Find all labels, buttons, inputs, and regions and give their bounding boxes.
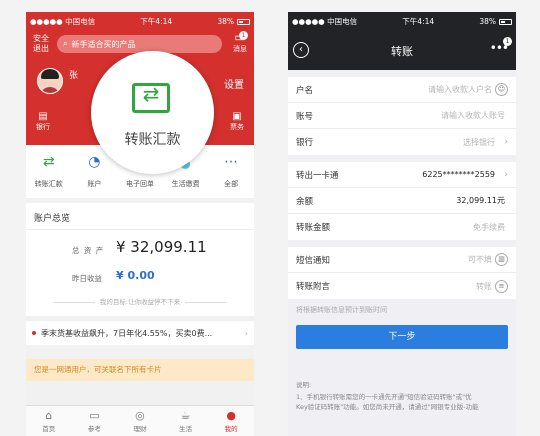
status-bar: ●●●●● 中国电信 下午4:14 38% [288, 12, 516, 31]
balance-value: 32,099.11元 [456, 196, 505, 205]
bubble-label: 转账汇款 [124, 132, 181, 148]
page-title: 转账 [391, 44, 413, 58]
news-banner[interactable]: 季末货基收益飙升，7日年化4.55%，买卖0费... › [26, 321, 254, 345]
note-text: 1、手机银行转账需您的一卡通先开通"短信验证码转账"或"优 Key验证码转账"功… [296, 393, 479, 411]
payee-section: 户名 请输入收款人户名 ☺ 账号 请输入收款人账号 银行 选择银行 › [288, 77, 516, 155]
user-name: 张 [69, 71, 79, 81]
amount-row[interactable]: 转账金额 免手续费 [288, 214, 516, 240]
reference-icon: ▭ [89, 409, 100, 422]
remark-row[interactable]: 转账附言 转账 ≡ [288, 273, 516, 299]
chevron-right-icon: › [504, 137, 508, 147]
contact-icon[interactable]: ☺ [495, 83, 508, 96]
life-icon: ☕ [180, 409, 191, 422]
yesterday-income-value: ¥ 0.00 [116, 269, 155, 282]
remark-input[interactable]: 转账 [330, 281, 495, 292]
battery-icon [499, 18, 512, 25]
more-button[interactable]: ••• 1 [490, 37, 512, 55]
quick-ticket[interactable]: ▣ 票务 [230, 111, 244, 132]
safe-exit-button[interactable]: 安全 退出 [28, 34, 54, 54]
tab-bar: ⌂ 首页 ▭ 参考 ◎ 理财 ☕ 生活 ● 我的 [26, 405, 254, 436]
transfer-zoom-bubble: 转账汇款 [91, 51, 214, 174]
home-icon: ⌂ [45, 409, 53, 422]
transfer-screen: ●●●●● 中国电信 下午4:14 38% ‹ 转账 ••• 1 户名 请输入收… [288, 12, 516, 436]
tab-finance[interactable]: ◎ 理财 [117, 406, 163, 436]
user-icon: ● [226, 409, 236, 422]
news-dot-icon [32, 331, 36, 335]
ticket-icon: ▣ [232, 111, 242, 122]
tab-reference[interactable]: ▭ 参考 [72, 406, 118, 436]
message-button[interactable]: ▭ 1 消息 [230, 31, 250, 54]
bank-row[interactable]: 银行 选择银行 › [288, 129, 516, 155]
more-dots-icon: ⋯ [224, 154, 239, 170]
chevron-right-icon: › [244, 328, 248, 338]
tab-home[interactable]: ⌂ 首页 [26, 406, 72, 436]
home-screen: ●●●●● 中国电信 下午4:14 38% 安全 退出 ⌕ 新手适合买的产品 ▭… [26, 12, 254, 436]
more-badge: 1 [503, 37, 512, 46]
avatar[interactable] [37, 68, 63, 94]
next-button[interactable]: 下一步 [296, 325, 508, 349]
payer-section: 转出一卡通 6225********2559 › 余额 32,099.11元 转… [288, 162, 516, 240]
extra-section: 短信通知 可不填 ▥ 转账附言 转账 ≡ [288, 247, 516, 299]
battery-level: 38% [479, 17, 496, 26]
finance-icon: ◎ [135, 409, 145, 422]
message-badge: 1 [239, 31, 248, 40]
contacts-book-icon[interactable]: ▥ [495, 253, 508, 266]
note-title: 说明: [296, 381, 312, 389]
time: 下午4:14 [140, 17, 173, 26]
status-bar: ●●●●● 中国电信 下午4:14 38% [26, 12, 254, 31]
arrival-hint: 将根据转账信息预计到账时间 [296, 306, 387, 314]
message-label: 消息 [233, 45, 247, 53]
notice-bar[interactable]: 您是一网通用户，可关联名下所有卡片 [26, 359, 254, 381]
account-title: 账户总览 [34, 214, 71, 224]
transfer-header: ●●●●● 中国电信 下午4:14 38% ‹ 转账 ••• 1 [288, 12, 516, 70]
list-icon[interactable]: ≡ [495, 279, 508, 293]
bank-select[interactable]: 选择银行 [313, 137, 498, 148]
grid-item-all[interactable]: ⋯ 全部 [210, 153, 252, 190]
search-icon: ⌕ [63, 39, 68, 48]
carrier: ●●●●● 中国电信 [292, 17, 358, 26]
chevron-left-icon: ‹ [299, 44, 303, 55]
news-text: 季末货基收益飙升，7日年化4.55%，买卖0费... [41, 328, 213, 338]
battery-level: 38% [217, 17, 234, 26]
total-assets-value: ¥ 32,099.11 [116, 238, 207, 256]
battery-icon [237, 18, 250, 25]
settings-button[interactable]: 设置 [224, 76, 244, 91]
yesterday-income-label: 昨日收益 [72, 274, 102, 283]
payee-name-row[interactable]: 户名 请输入收款人户名 ☺ [288, 77, 516, 103]
quick-bank[interactable]: ▤ 银行 [36, 111, 50, 132]
tab-mine[interactable]: ● 我的 [208, 406, 254, 436]
time: 下午4:14 [402, 17, 435, 26]
account-overview[interactable]: 账户总览 总 资 产 ¥ 32,099.11 昨日收益 ¥ 0.00 我的目标:… [26, 203, 254, 316]
balance-row: 余额 32,099.11元 [288, 188, 516, 214]
tab-life[interactable]: ☕ 生活 [163, 406, 209, 436]
transfer-icon [132, 82, 170, 113]
payee-name-input[interactable]: 请输入收款人户名 [313, 84, 495, 95]
bank-icon: ▤ [38, 111, 48, 122]
source-card-value: 6225********2559 [422, 170, 495, 179]
back-button[interactable]: ‹ [293, 42, 309, 58]
sms-notify-input[interactable]: 可不填 [330, 254, 495, 265]
amount-input[interactable]: 免手续费 [330, 222, 508, 233]
carrier: ●●●●● 中国电信 [30, 17, 96, 26]
goal-text: 我的目标:让你收益停不下来 [26, 296, 254, 306]
payee-account-input[interactable]: 请输入收款人账号 [313, 110, 508, 121]
source-card-row[interactable]: 转出一卡通 6225********2559 › [288, 162, 516, 188]
chevron-right-icon: › [504, 169, 508, 180]
search-placeholder: 新手适合买的产品 [71, 39, 136, 49]
sms-notify-row[interactable]: 短信通知 可不填 ▥ [288, 247, 516, 273]
total-assets-label: 总 资 产 [72, 246, 105, 255]
search-bar[interactable]: ⌕ 新手适合买的产品 [57, 35, 222, 53]
payee-account-row[interactable]: 账号 请输入收款人账号 [288, 103, 516, 129]
